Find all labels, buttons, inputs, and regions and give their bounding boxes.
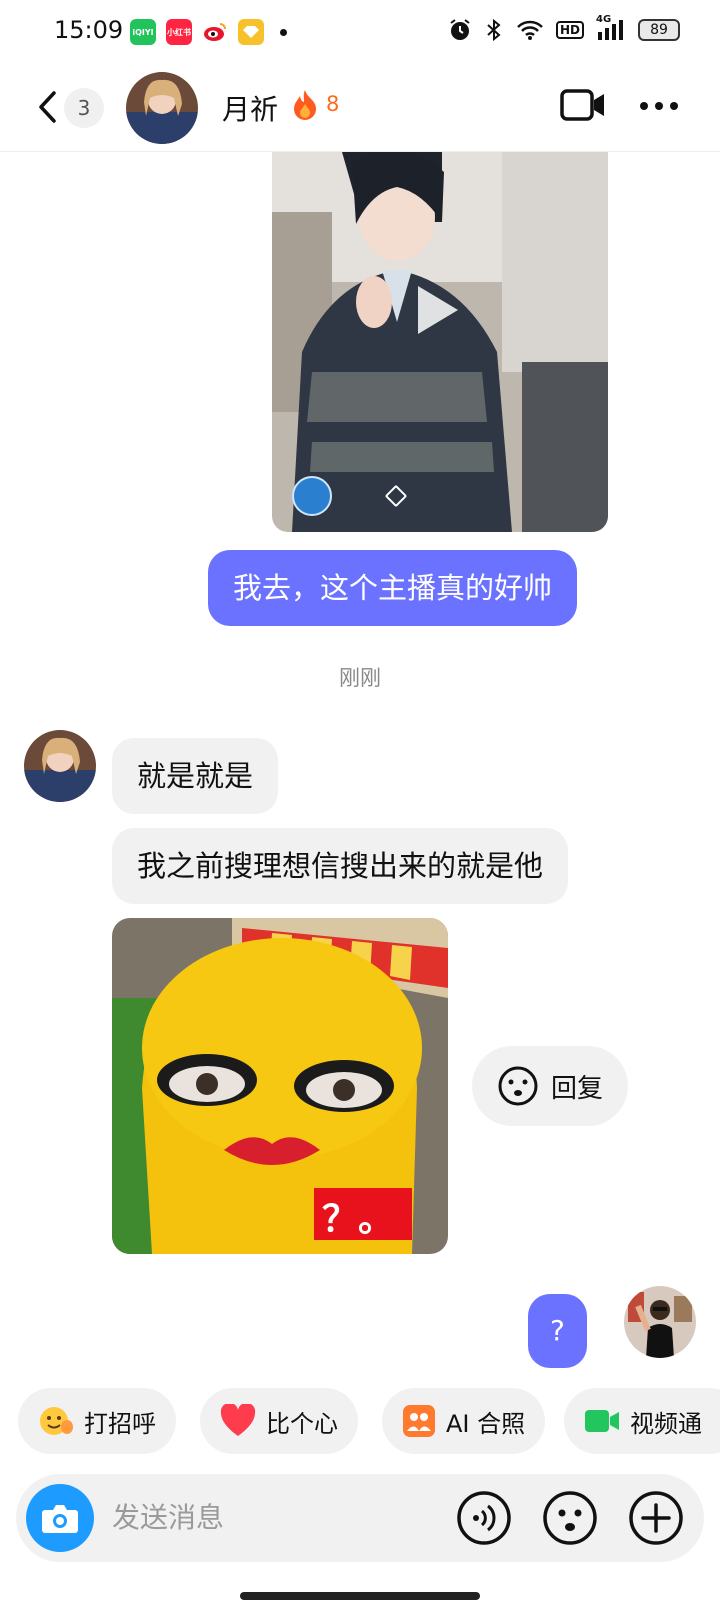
smiley-icon: [498, 1066, 538, 1106]
more-actions-button[interactable]: [628, 1490, 684, 1546]
quick-reply-label: 打招呼: [84, 1409, 156, 1438]
voice-wave-icon: [457, 1491, 511, 1545]
chevron-left-icon: [39, 91, 56, 123]
message-timestamp: 刚刚: [339, 666, 381, 690]
alarm-icon: [450, 19, 470, 40]
chat-header: 3 月祈 8: [0, 64, 720, 152]
smiley-icon: [543, 1491, 597, 1545]
video-camera-icon: [560, 89, 604, 121]
battery-indicator: 89: [638, 19, 680, 41]
hd-indicator: HD: [555, 21, 584, 39]
reply-button[interactable]: 回复: [472, 1046, 628, 1126]
reply-label: 回复: [550, 1073, 603, 1104]
quick-reply-bar: 打招呼 比个心 AI 合照 视频通: [18, 1388, 720, 1454]
wifi-icon: [517, 20, 543, 40]
weibo-icon: [202, 19, 228, 45]
quick-reply-ai-photo[interactable]: AI 合照: [382, 1388, 546, 1454]
creator-badge-icon: [292, 476, 332, 516]
contact-name[interactable]: 月祈: [222, 88, 278, 128]
message-input[interactable]: 发送消息: [112, 1474, 224, 1562]
streak-count: 8: [326, 92, 340, 116]
message-bubble-received[interactable]: 就是就是: [112, 738, 279, 814]
shared-video-card[interactable]: [272, 152, 608, 532]
message-bubble-received[interactable]: 我之前搜理想信搜出来的就是他: [112, 828, 569, 904]
my-avatar[interactable]: [624, 1286, 696, 1358]
more-options-button[interactable]: [640, 102, 678, 110]
contact-avatar[interactable]: [126, 72, 198, 144]
camera-button[interactable]: [26, 1484, 94, 1552]
voice-message-button[interactable]: [456, 1490, 512, 1546]
xiaohongshu-icon: 小红书: [166, 19, 192, 45]
quick-reply-video-call[interactable]: 视频通: [564, 1388, 720, 1454]
diamond-app-icon: [238, 19, 264, 45]
heart-icon: [220, 1404, 256, 1436]
emoji-button[interactable]: [542, 1490, 598, 1546]
system-icons: HD 4G 89: [448, 14, 680, 42]
status-time: 15:09: [54, 16, 124, 44]
status-bar: 15:09 iQIYI 小红书 HD 4G 89: [0, 0, 720, 64]
unread-count-badge: 3: [64, 88, 104, 128]
quick-reply-label: AI 合照: [446, 1409, 526, 1438]
quick-reply-heart[interactable]: 比个心: [200, 1388, 358, 1454]
quick-reply-greet[interactable]: 打招呼: [18, 1388, 176, 1454]
bluetooth-icon: [487, 18, 501, 42]
home-indicator[interactable]: [240, 1592, 480, 1600]
quick-reply-label: 视频通: [630, 1409, 702, 1438]
message-bubble-sent[interactable]: ?: [528, 1294, 587, 1368]
cellular-signal-icon: 4G: [596, 14, 626, 42]
message-input-bar: 发送消息: [16, 1474, 704, 1562]
sticker-image[interactable]: ？。: [112, 918, 448, 1254]
fire-streak-icon: [290, 88, 320, 124]
video-camera-icon: [585, 1410, 619, 1432]
plus-icon: [629, 1491, 683, 1545]
back-button[interactable]: [36, 90, 58, 128]
more-notifications-dot: [280, 28, 287, 36]
iqiyi-icon: iQIYI: [130, 19, 156, 45]
ai-photo-icon: [403, 1405, 435, 1437]
waving-emoji-icon: [40, 1407, 73, 1435]
message-bubble-sent[interactable]: 我去，这个主播真的好帅: [208, 550, 578, 626]
video-call-button[interactable]: [560, 88, 606, 126]
quick-reply-label: 比个心: [266, 1409, 338, 1438]
camera-icon: [42, 1505, 78, 1533]
notification-app-icons: iQIYI 小红书: [130, 19, 287, 45]
sender-avatar[interactable]: [24, 730, 96, 802]
sticker-caption: ？。: [322, 1199, 395, 1240]
play-icon[interactable]: [412, 282, 462, 342]
